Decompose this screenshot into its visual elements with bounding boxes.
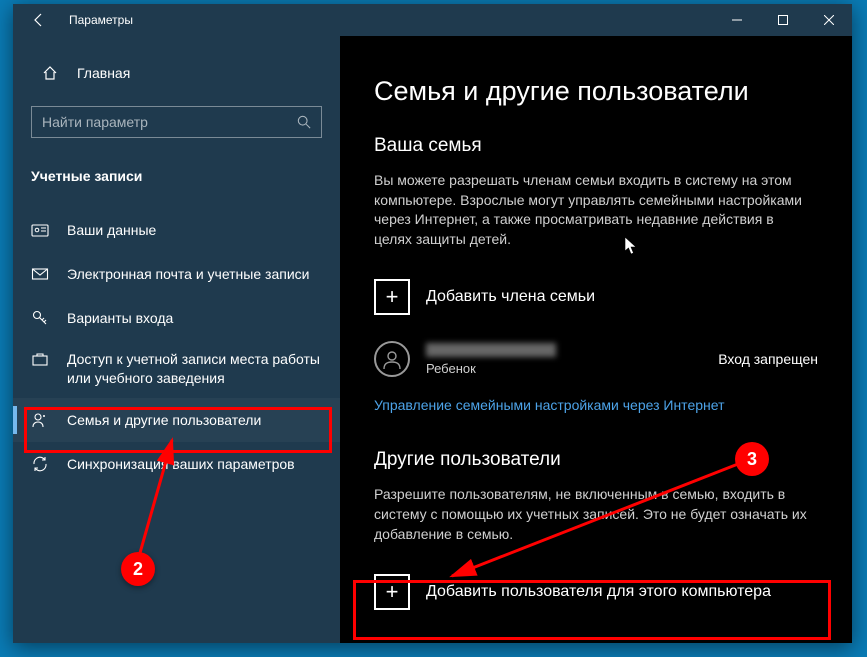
sidebar-item-label: Доступ к учетной записи места работы или… [67,350,322,388]
add-other-user-button[interactable]: + Добавить пользователя для этого компью… [374,566,818,618]
search-box[interactable] [31,106,322,138]
sidebar: Главная Учетные записи Ваши данные Элект… [13,36,340,643]
member-role: Ребенок [426,361,702,376]
maximize-button[interactable] [760,4,806,36]
arrow-left-icon [31,12,47,28]
sidebar-item-family-users[interactable]: Семья и другие пользователи [13,398,340,442]
others-description: Разрешите пользователям, не включенным в… [374,485,814,544]
window-controls [714,4,852,36]
home-label: Главная [77,65,130,81]
briefcase-icon [31,350,49,368]
sidebar-item-label: Варианты входа [67,310,322,326]
sidebar-item-your-info[interactable]: Ваши данные [13,208,340,252]
titlebar: Параметры [13,4,852,36]
back-button[interactable] [21,4,57,36]
sync-icon [31,455,49,473]
avatar-icon [374,341,410,377]
key-icon [31,309,49,327]
mail-icon [31,265,49,283]
search-icon [297,115,311,129]
member-name-redacted [426,343,556,357]
family-heading: Ваша семья [374,135,818,157]
section-header: Учетные записи [13,158,340,194]
sidebar-item-label: Синхронизация ваших параметров [67,456,322,472]
people-icon [31,411,49,429]
main-panel: Семья и другие пользователи Ваша семья В… [340,36,852,643]
content: Главная Учетные записи Ваши данные Элект… [13,36,852,643]
home-link[interactable]: Главная [23,56,330,90]
maximize-icon [778,15,788,25]
page-title: Семья и другие пользователи [374,76,818,107]
plus-icon: + [374,279,410,315]
sidebar-item-work-access[interactable]: Доступ к учетной записи места работы или… [13,340,340,398]
id-card-icon [31,221,49,239]
add-other-label: Добавить пользователя для этого компьюте… [426,583,771,601]
sidebar-item-sync[interactable]: Синхронизация ваших параметров [13,442,340,486]
manage-family-link[interactable]: Управление семейными настройками через И… [374,397,724,413]
home-icon [41,64,59,82]
sidebar-item-label: Семья и другие пользователи [67,412,322,428]
sidebar-item-email-accounts[interactable]: Электронная почта и учетные записи [13,252,340,296]
family-description: Вы можете разрешать членам семьи входить… [374,171,814,249]
family-member-item[interactable]: Ребенок Вход запрещен [374,337,818,397]
close-icon [824,15,834,25]
minimize-button[interactable] [714,4,760,36]
member-info: Ребенок [426,343,702,376]
add-family-member-button[interactable]: + Добавить члена семьи [374,271,818,323]
settings-window: Параметры Главная [13,4,852,643]
sidebar-item-label: Электронная почта и учетные записи [67,266,322,282]
member-status: Вход запрещен [718,351,818,367]
add-family-label: Добавить члена семьи [426,288,595,306]
sidebar-item-label: Ваши данные [67,222,322,238]
close-button[interactable] [806,4,852,36]
minimize-icon [732,15,742,25]
sidebar-item-signin-options[interactable]: Варианты входа [13,296,340,340]
plus-icon: + [374,574,410,610]
others-heading: Другие пользователи [374,449,818,471]
search-input[interactable] [42,114,297,130]
window-title: Параметры [57,13,714,27]
